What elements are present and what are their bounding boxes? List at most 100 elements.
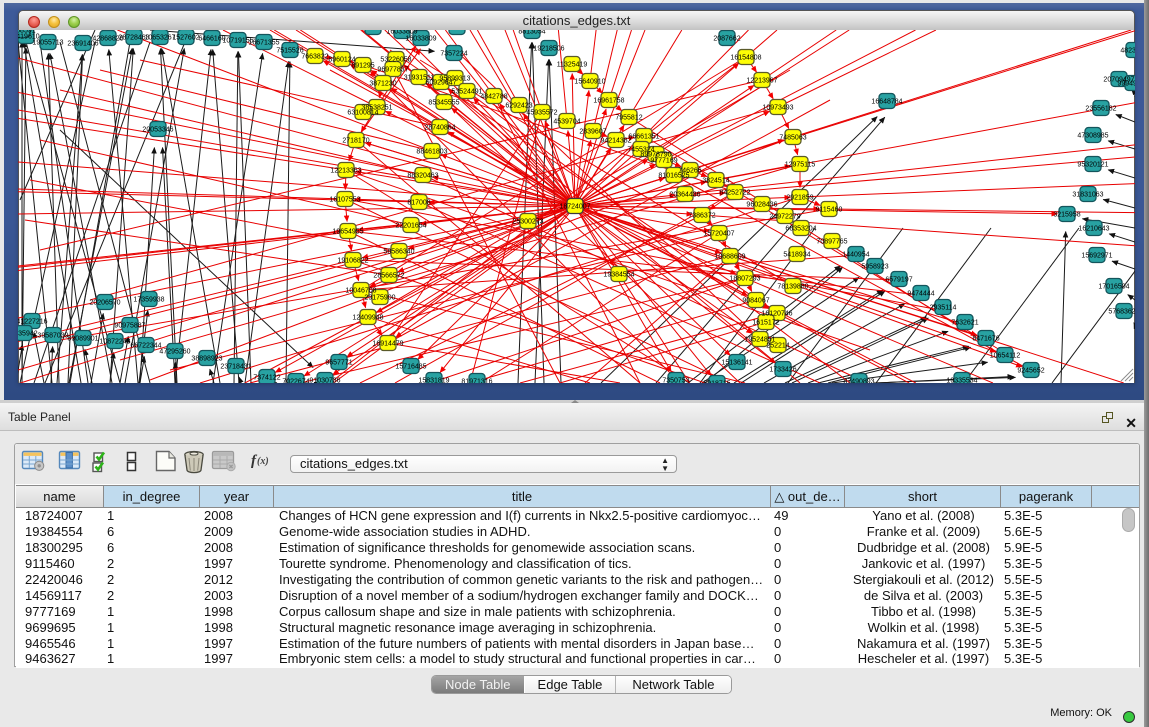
svg-text:25300273: 25300273: [512, 219, 543, 226]
svg-text:96977837: 96977837: [377, 67, 408, 74]
svg-text:19106822: 19106822: [337, 258, 368, 265]
svg-text:22201654: 22201654: [395, 223, 426, 230]
svg-text:12975115: 12975115: [785, 162, 816, 169]
svg-text:15831819: 15831819: [418, 378, 449, 384]
svg-text:1615172: 1615172: [752, 320, 779, 327]
svg-text:12213967: 12213967: [746, 78, 777, 85]
svg-text:53226058: 53226058: [380, 57, 411, 64]
svg-text:81016525: 81016525: [658, 173, 689, 180]
svg-text:29175900: 29175900: [364, 295, 395, 302]
svg-text:39587039: 39587039: [37, 333, 68, 340]
svg-text:15692971: 15692971: [1081, 253, 1112, 260]
svg-text:891295: 891295: [351, 63, 374, 70]
svg-text:84252722: 84252722: [719, 190, 750, 197]
svg-text:24972279: 24972279: [769, 214, 800, 221]
svg-text:89089901: 89089901: [67, 336, 98, 343]
svg-text:12409948: 12409948: [352, 315, 383, 322]
svg-text:4823498: 4823498: [1120, 48, 1135, 55]
svg-text:15136141: 15136141: [721, 360, 752, 367]
svg-text:47295260: 47295260: [159, 349, 190, 356]
svg-text:20364436: 20364436: [669, 192, 700, 199]
svg-text:88461803: 88461803: [416, 149, 447, 156]
svg-text:66722344: 66722344: [130, 343, 161, 350]
svg-text:16671355: 16671355: [248, 40, 279, 47]
svg-text:58586340: 58586340: [383, 249, 414, 256]
svg-text:99949389: 99949389: [1117, 81, 1135, 88]
svg-text:15720407: 15720407: [703, 231, 734, 238]
svg-text:18724007: 18724007: [559, 204, 590, 211]
svg-text:10654112: 10654112: [990, 353, 1021, 360]
svg-text:15716485: 15716485: [395, 364, 426, 371]
svg-text:81971316: 81971316: [461, 379, 492, 384]
svg-text:17016504: 17016504: [1098, 284, 1129, 291]
svg-text:23718431: 23718431: [220, 364, 251, 371]
svg-text:2458591: 2458591: [18, 30, 36, 35]
svg-text:19335534: 19335534: [946, 378, 977, 384]
svg-text:19654955: 19654955: [332, 229, 363, 236]
svg-text:7374122: 7374122: [253, 375, 280, 382]
svg-text:15640910: 15640910: [574, 79, 605, 86]
svg-text:9245652: 9245652: [1017, 368, 1044, 375]
svg-text:53524491: 53524491: [451, 89, 482, 96]
svg-text:38898923: 38898923: [191, 356, 222, 363]
svg-text:28566572: 28566572: [373, 273, 404, 280]
svg-text:70897765: 70897765: [816, 239, 847, 246]
svg-text:9115460: 9115460: [816, 207, 843, 214]
svg-text:20053346: 20053346: [142, 127, 173, 134]
svg-text:7350753: 7350753: [662, 378, 689, 384]
svg-text:31831063: 31831063: [1072, 192, 1103, 199]
svg-text:5918715: 5918715: [703, 381, 730, 384]
svg-text:16154808: 16154808: [730, 55, 761, 62]
svg-text:85345555: 85345555: [428, 100, 459, 107]
svg-text:4539704: 4539704: [553, 119, 580, 126]
svg-text:19218506: 19218506: [533, 46, 564, 53]
svg-text:(x): (x): [257, 456, 269, 467]
svg-text:18807293: 18807293: [729, 276, 760, 283]
svg-text:47308985: 47308985: [1077, 133, 1108, 140]
svg-text:11325419: 11325419: [557, 62, 588, 69]
svg-text:3215958: 3215958: [1053, 212, 1080, 219]
svg-text:20206570: 20206570: [89, 300, 120, 307]
svg-text:94214382: 94214382: [600, 138, 631, 145]
svg-text:7386372: 7386372: [688, 213, 715, 220]
svg-text:87490893: 87490893: [843, 379, 874, 384]
svg-text:14265799: 14265799: [441, 30, 472, 32]
svg-text:1440954: 1440954: [842, 252, 869, 259]
svg-text:1733426: 1733426: [769, 367, 796, 374]
svg-text:16210643: 16210643: [1078, 226, 1109, 233]
svg-text:9657771: 9657771: [325, 360, 352, 367]
svg-text:16033809: 16033809: [405, 36, 436, 43]
svg-text:7663822: 7663822: [301, 54, 328, 61]
svg-text:7515526: 7515526: [276, 48, 303, 55]
svg-text:9777169: 9777169: [650, 158, 677, 165]
svg-text:41227216: 41227216: [18, 319, 48, 326]
svg-text:3871230: 3871230: [369, 81, 396, 88]
svg-text:7357224: 7357224: [440, 51, 467, 58]
svg-text:9084067: 9084067: [742, 298, 769, 305]
svg-text:10973493: 10973493: [762, 105, 793, 112]
svg-text:2935114: 2935114: [930, 305, 957, 312]
svg-text:19384554: 19384554: [603, 272, 634, 279]
svg-text:7632621: 7632621: [951, 320, 978, 327]
svg-text:8471676: 8471676: [972, 336, 999, 343]
svg-text:16961758: 16961758: [593, 98, 624, 105]
svg-text:4842788: 4842788: [480, 94, 507, 101]
svg-text:17359938: 17359938: [133, 297, 164, 304]
svg-text:2839607: 2839607: [579, 129, 606, 136]
svg-text:2718170: 2718170: [342, 138, 369, 145]
svg-text:16107553: 16107553: [329, 197, 360, 204]
svg-text:96028436: 96028436: [746, 202, 777, 209]
svg-text:63100814: 63100814: [347, 110, 378, 117]
svg-text:817008: 817008: [407, 200, 430, 207]
svg-text:7022674: 7022674: [282, 379, 309, 384]
svg-text:68353204: 68353204: [785, 226, 816, 233]
svg-text:16914479: 16914479: [372, 341, 403, 348]
svg-text:95899313: 95899313: [439, 76, 470, 83]
svg-text:23556182: 23556182: [1085, 106, 1116, 113]
svg-text:57683626: 57683626: [1108, 309, 1135, 316]
svg-text:7955812: 7955812: [615, 115, 642, 122]
svg-text:7485063: 7485063: [779, 135, 806, 142]
svg-text:16648784: 16648784: [871, 99, 902, 106]
svg-text:45935572: 45935572: [526, 110, 557, 117]
svg-text:90975887: 90975887: [114, 323, 145, 330]
